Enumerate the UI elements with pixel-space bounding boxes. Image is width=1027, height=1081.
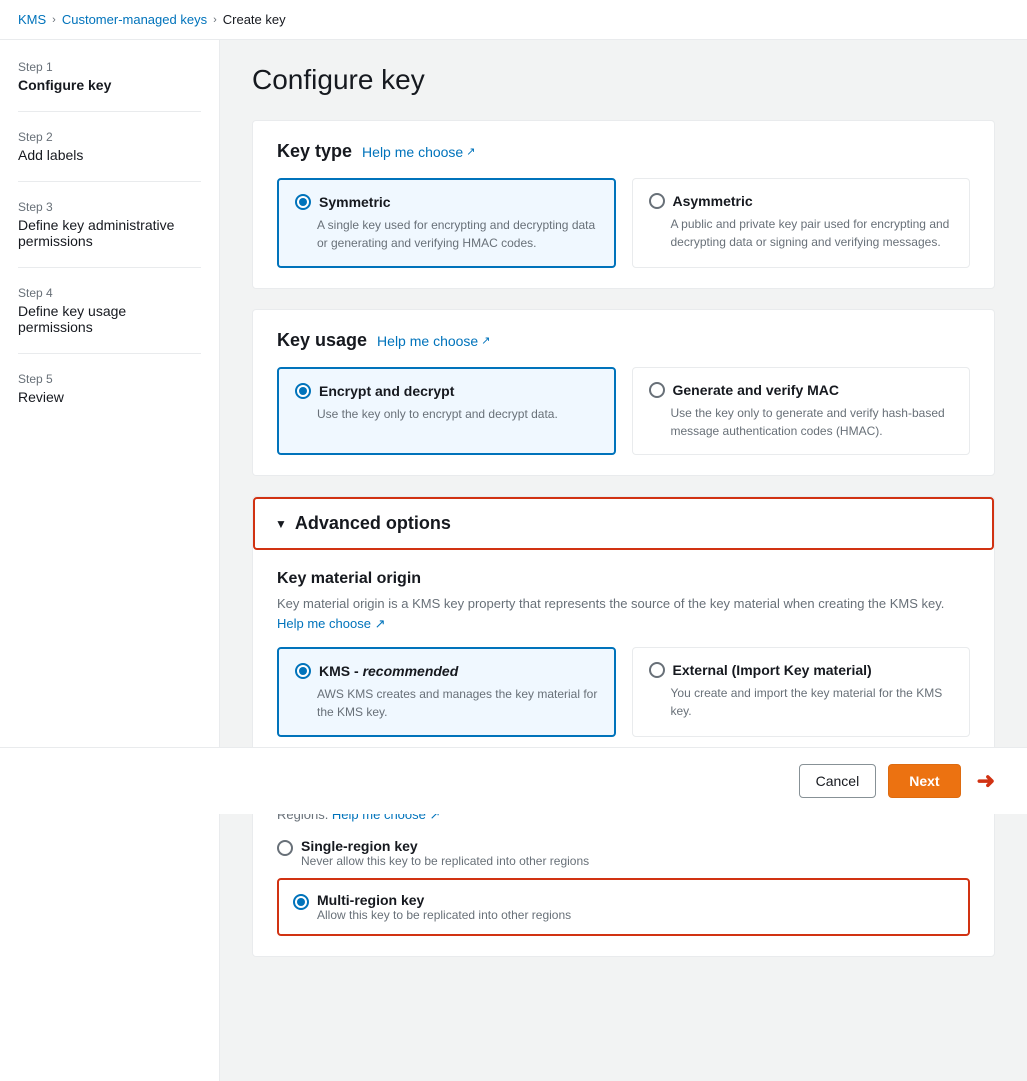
multi-region-option[interactable]: Multi-region key Allow this key to be re… xyxy=(277,878,970,936)
key-type-asymmetric-option[interactable]: Asymmetric A public and private key pair… xyxy=(632,178,971,268)
footer: Cancel Next ➜ xyxy=(0,747,1027,814)
breadcrumb-kms[interactable]: KMS xyxy=(18,12,46,27)
step3-name: Define key administrative permissions xyxy=(18,217,201,249)
main-content: Configure key Key type Help me choose ↗ … xyxy=(220,40,1027,1081)
key-type-help-link[interactable]: Help me choose ↗ xyxy=(362,144,475,160)
breadcrumb-create-key: Create key xyxy=(223,12,286,27)
ext-icon3: ↗ xyxy=(375,616,386,631)
key-usage-generate-verify-mac-option[interactable]: Generate and verify MAC Use the key only… xyxy=(632,367,971,455)
sidebar-step-5: Step 5 Review xyxy=(18,372,201,423)
step4-name: Define key usage permissions xyxy=(18,303,201,335)
key-material-origin-desc: Key material origin is a KMS key propert… xyxy=(277,594,970,633)
cancel-button[interactable]: Cancel xyxy=(799,764,877,798)
sidebar-step-4: Step 4 Define key usage permissions xyxy=(18,286,201,354)
generate-verify-mac-radio xyxy=(649,382,665,398)
kms-recommended-option[interactable]: KMS - recommended AWS KMS creates and ma… xyxy=(277,647,616,737)
key-type-card: Key type Help me choose ↗ Symmetric A si… xyxy=(252,120,995,289)
key-material-origin-options: KMS - recommended AWS KMS creates and ma… xyxy=(277,647,970,737)
sidebar-step-3: Step 3 Define key administrative permiss… xyxy=(18,200,201,268)
external-link-icon: ↗ xyxy=(466,145,475,158)
step3-label: Step 3 xyxy=(18,200,201,214)
step1-label: Step 1 xyxy=(18,60,201,74)
single-region-radio xyxy=(277,840,293,856)
arrow-indicator: ➜ xyxy=(977,768,995,794)
multi-region-radio xyxy=(293,894,309,910)
key-usage-options: Encrypt and decrypt Use the key only to … xyxy=(277,367,970,455)
collapse-icon: ▼ xyxy=(275,517,287,531)
step5-name: Review xyxy=(18,389,201,405)
key-usage-encrypt-decrypt-option[interactable]: Encrypt and decrypt Use the key only to … xyxy=(277,367,616,455)
step2-name: Add labels xyxy=(18,147,201,163)
page-title: Configure key xyxy=(252,64,995,96)
advanced-options-header[interactable]: ▼ Advanced options xyxy=(253,497,994,550)
symmetric-radio xyxy=(295,194,311,210)
breadcrumb-sep1: › xyxy=(52,14,56,26)
advanced-options-title: Advanced options xyxy=(295,513,451,534)
advanced-options-section: ▼ Advanced options Key material origin K… xyxy=(252,496,995,957)
sidebar-step-2: Step 2 Add labels xyxy=(18,130,201,182)
key-material-origin-help-link[interactable]: Help me choose ↗ xyxy=(277,616,385,631)
asymmetric-radio xyxy=(649,193,665,209)
single-region-option[interactable]: Single-region key Never allow this key t… xyxy=(277,838,970,868)
encrypt-decrypt-radio xyxy=(295,383,311,399)
key-type-symmetric-option[interactable]: Symmetric A single key used for encrypti… xyxy=(277,178,616,268)
breadcrumb-sep2: › xyxy=(213,14,217,26)
key-usage-title: Key usage Help me choose ↗ xyxy=(277,330,970,351)
external-link-icon2: ↗ xyxy=(481,334,490,347)
step2-label: Step 2 xyxy=(18,130,201,144)
external-import-option[interactable]: External (Import Key material) You creat… xyxy=(632,647,971,737)
next-button[interactable]: Next xyxy=(888,764,960,798)
step4-label: Step 4 xyxy=(18,286,201,300)
key-type-options: Symmetric A single key used for encrypti… xyxy=(277,178,970,268)
key-material-origin-title: Key material origin xyxy=(277,570,970,588)
sidebar: Step 1 Configure key Step 2 Add labels S… xyxy=(0,40,220,1081)
sidebar-step-1: Step 1 Configure key xyxy=(18,60,201,112)
breadcrumb-customer-managed-keys[interactable]: Customer-managed keys xyxy=(62,12,207,27)
external-import-radio xyxy=(649,662,665,678)
key-usage-help-link[interactable]: Help me choose ↗ xyxy=(377,333,490,349)
kms-recommended-radio xyxy=(295,663,311,679)
breadcrumb: KMS › Customer-managed keys › Create key xyxy=(0,0,1027,40)
step5-label: Step 5 xyxy=(18,372,201,386)
key-material-origin-subsection: Key material origin Key material origin … xyxy=(277,570,970,737)
key-type-title: Key type Help me choose ↗ xyxy=(277,141,970,162)
step1-name: Configure key xyxy=(18,77,201,93)
key-usage-card: Key usage Help me choose ↗ Encrypt and d… xyxy=(252,309,995,476)
